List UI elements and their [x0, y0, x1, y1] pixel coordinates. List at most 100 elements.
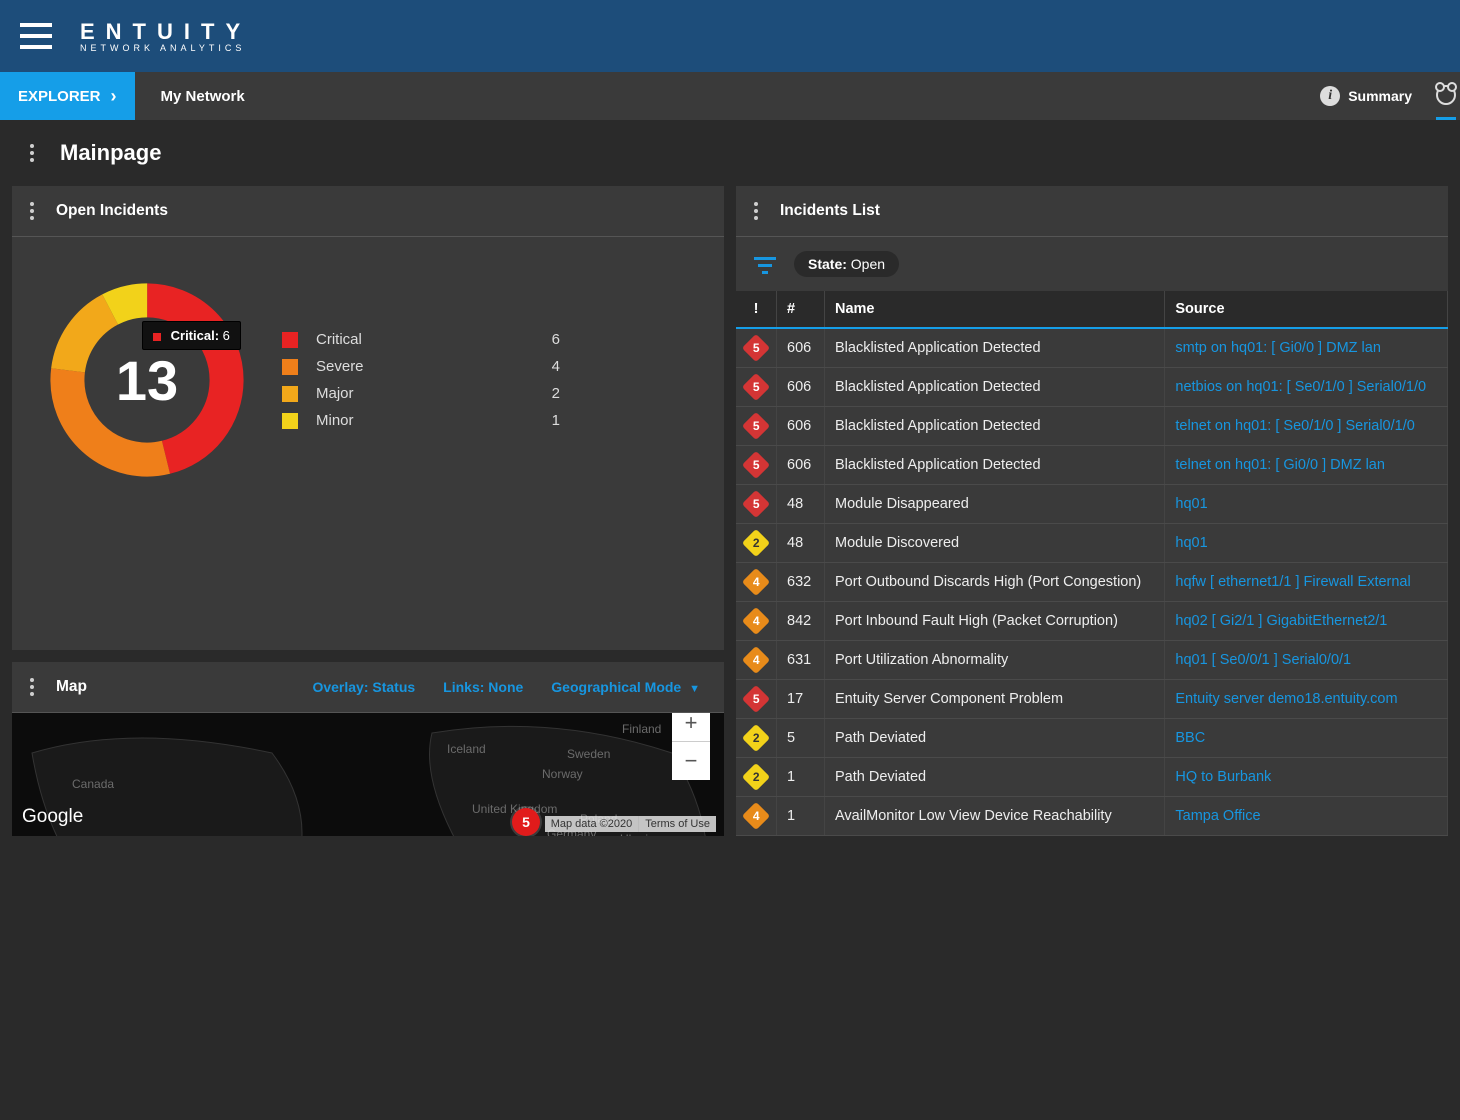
state-chip[interactable]: State: Open	[794, 251, 899, 277]
table-row[interactable]: 517Entuity Server Component ProblemEntui…	[736, 680, 1448, 719]
incident-source[interactable]: hq01	[1165, 485, 1448, 524]
col-source[interactable]: Source	[1165, 291, 1448, 328]
legend-swatch	[282, 386, 298, 402]
col-number[interactable]: #	[777, 291, 825, 328]
explorer-button[interactable]: EXPLORER ›	[0, 72, 135, 120]
page-title: Mainpage	[60, 140, 161, 166]
table-row[interactable]: 5606Blacklisted Application Detectedsmtp…	[736, 328, 1448, 368]
legend-swatch	[282, 413, 298, 429]
incident-source[interactable]: HQ to Burbank	[1165, 758, 1448, 797]
legend-value: 2	[440, 385, 560, 402]
page-more-icon[interactable]	[26, 140, 38, 166]
incident-number: 1	[777, 797, 825, 836]
table-row[interactable]: 248Module Discoveredhq01	[736, 524, 1448, 563]
incident-name: Blacklisted Application Detected	[825, 446, 1165, 485]
tooltip-color-pip	[153, 333, 161, 341]
legend-label[interactable]: Severe	[316, 358, 426, 375]
breadcrumb[interactable]: My Network	[135, 88, 245, 105]
panel-title-open-incidents: Open Incidents	[56, 202, 168, 220]
chevron-right-icon: ›	[111, 86, 117, 107]
incident-number: 17	[777, 680, 825, 719]
incident-source[interactable]: Entuity server demo18.entuity.com	[1165, 680, 1448, 719]
severity-icon: 5	[742, 373, 770, 401]
info-icon: i	[1320, 86, 1340, 106]
zoom-in-button[interactable]: +	[672, 713, 710, 742]
incident-name: Port Utilization Abnormality	[825, 641, 1165, 680]
table-row[interactable]: 5606Blacklisted Application Detectedteln…	[736, 407, 1448, 446]
caret-down-icon: ▼	[689, 683, 700, 695]
panel-more-icon[interactable]	[750, 198, 762, 224]
severity-icon: 5	[742, 334, 770, 362]
table-row[interactable]: 4842Port Inbound Fault High (Packet Corr…	[736, 602, 1448, 641]
filter-row: State: Open	[736, 237, 1448, 291]
incident-name: Path Deviated	[825, 719, 1165, 758]
panel-more-icon[interactable]	[26, 674, 38, 700]
incident-name: Entuity Server Component Problem	[825, 680, 1165, 719]
zoom-out-button[interactable]: −	[672, 742, 710, 780]
panel-incidents-list: Incidents List State: Open ! # Name Sour…	[736, 186, 1448, 836]
incident-name: Port Outbound Discards High (Port Conges…	[825, 563, 1165, 602]
explorer-label: EXPLORER	[18, 88, 101, 105]
severity-icon: 5	[742, 685, 770, 713]
incident-source[interactable]: hq02 [ Gi2/1 ] GigabitEthernet2/1	[1165, 602, 1448, 641]
map-mode-option[interactable]: Geographical Mode ▼	[551, 679, 700, 695]
nav-alarm[interactable]	[1436, 72, 1456, 120]
incident-source[interactable]: Tampa Office	[1165, 797, 1448, 836]
donut-tooltip: Critical: 6	[142, 321, 241, 350]
table-row[interactable]: 41AvailMonitor Low View Device Reachabil…	[736, 797, 1448, 836]
incident-source[interactable]: hq01	[1165, 524, 1448, 563]
panel-title-map: Map	[56, 678, 87, 696]
incident-number: 5	[777, 719, 825, 758]
map-provider-logo: Google	[22, 806, 83, 828]
legend-label[interactable]: Major	[316, 385, 426, 402]
filter-icon[interactable]	[754, 255, 776, 273]
incident-number: 606	[777, 407, 825, 446]
incident-source[interactable]: BBC	[1165, 719, 1448, 758]
map-overlay-option[interactable]: Overlay: Status	[312, 679, 415, 695]
table-row[interactable]: 4631Port Utilization Abnormalityhq01 [ S…	[736, 641, 1448, 680]
map-data-attrib[interactable]: Map data ©2020	[545, 816, 639, 832]
incident-source[interactable]: telnet on hq01: [ Se0/1/0 ] Serial0/1/0	[1165, 407, 1448, 446]
legend-value: 1	[440, 412, 560, 429]
table-row[interactable]: 21Path DeviatedHQ to Burbank	[736, 758, 1448, 797]
menu-button[interactable]	[20, 23, 52, 49]
table-row[interactable]: 5606Blacklisted Application Detectednetb…	[736, 368, 1448, 407]
map-bg-label: Finland	[622, 722, 661, 736]
map-terms-link[interactable]: Terms of Use	[638, 816, 716, 832]
map-canvas[interactable]: IcelandFinlandSwedenNorwayCanadaUnited K…	[12, 713, 724, 836]
map-pin[interactable]: 5	[512, 808, 540, 836]
incident-number: 842	[777, 602, 825, 641]
incident-source[interactable]: smtp on hq01: [ Gi0/0 ] DMZ lan	[1165, 328, 1448, 368]
incident-source[interactable]: netbios on hq01: [ Se0/1/0 ] Serial0/1/0	[1165, 368, 1448, 407]
incident-number: 1	[777, 758, 825, 797]
incidents-table: ! # Name Source 5606Blacklisted Applicat…	[736, 291, 1448, 836]
topbar: ENTUITY NETWORK ANALYTICS	[0, 0, 1460, 72]
incident-number: 48	[777, 524, 825, 563]
incident-source[interactable]: hq01 [ Se0/0/1 ] Serial0/0/1	[1165, 641, 1448, 680]
severity-icon: 4	[742, 646, 770, 674]
nav-summary[interactable]: i Summary	[1320, 72, 1412, 120]
severity-icon: 5	[742, 490, 770, 518]
map-links-option[interactable]: Links: None	[443, 679, 523, 695]
incident-source[interactable]: telnet on hq01: [ Gi0/0 ] DMZ lan	[1165, 446, 1448, 485]
legend-label[interactable]: Critical	[316, 331, 426, 348]
table-row[interactable]: 25Path DeviatedBBC	[736, 719, 1448, 758]
donut-chart[interactable]: 13 Critical: 6	[42, 275, 252, 485]
severity-icon: 5	[742, 412, 770, 440]
brand: ENTUITY NETWORK ANALYTICS	[80, 19, 251, 53]
map-options: Overlay: Status Links: None Geographical…	[312, 679, 710, 695]
incident-source[interactable]: hqfw [ ethernet1/1 ] Firewall External	[1165, 563, 1448, 602]
zoom-control: + −	[672, 713, 710, 780]
col-name[interactable]: Name	[825, 291, 1165, 328]
table-row[interactable]: 548Module Disappearedhq01	[736, 485, 1448, 524]
incident-number: 606	[777, 446, 825, 485]
col-severity[interactable]: !	[736, 291, 777, 328]
incident-name: Port Inbound Fault High (Packet Corrupti…	[825, 602, 1165, 641]
incident-name: Module Discovered	[825, 524, 1165, 563]
panel-more-icon[interactable]	[26, 198, 38, 224]
panel-map: Map Overlay: Status Links: None Geograph…	[12, 662, 724, 836]
legend-label[interactable]: Minor	[316, 412, 426, 429]
table-row[interactable]: 5606Blacklisted Application Detectedteln…	[736, 446, 1448, 485]
table-row[interactable]: 4632Port Outbound Discards High (Port Co…	[736, 563, 1448, 602]
severity-icon: 2	[742, 529, 770, 557]
